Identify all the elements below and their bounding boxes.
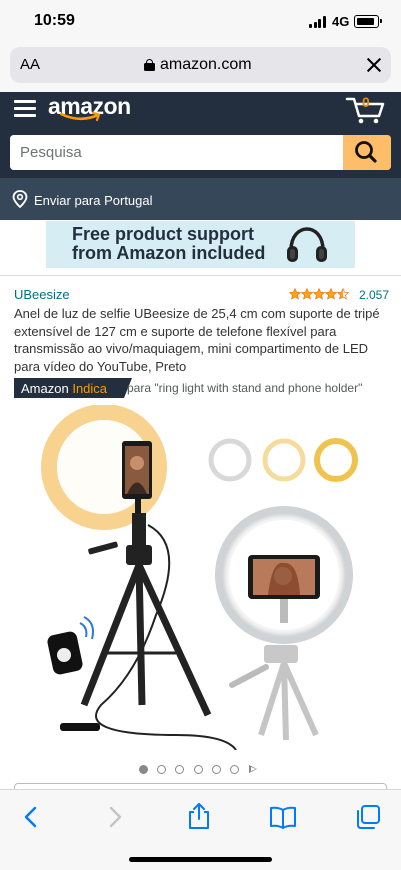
image-carousel-dots[interactable] <box>139 765 259 775</box>
headphones-icon <box>287 227 327 262</box>
choice-label-amazon: Amazon <box>21 381 69 396</box>
choice-label-indica: Indica <box>72 381 108 396</box>
carousel-dot[interactable] <box>194 765 203 774</box>
review-count-link[interactable]: 2.057 <box>359 288 389 302</box>
product-brand-link[interactable]: UBeesize <box>14 287 70 302</box>
carousel-dot[interactable] <box>139 765 148 774</box>
carousel-dot[interactable] <box>157 765 166 774</box>
carousel-dot[interactable] <box>230 765 239 774</box>
product-title[interactable]: Anel de luz de selfie UBeesize de 25,4 c… <box>14 305 389 375</box>
amazon-smile-icon <box>60 111 101 122</box>
banner-text: Free product support from Amazon include… <box>72 225 265 263</box>
book-icon[interactable] <box>268 804 298 830</box>
browser-toolbar <box>0 789 401 870</box>
banner-line-1: Free product support <box>72 224 255 244</box>
carousel-dot[interactable] <box>212 765 221 774</box>
share-icon[interactable] <box>184 802 214 830</box>
star-rating-icon[interactable] <box>289 287 349 300</box>
status-time: 10:59 <box>34 12 75 29</box>
location-pin-icon <box>12 190 28 208</box>
close-icon[interactable] <box>364 55 384 75</box>
home-indicator <box>129 857 272 862</box>
tabs-icon[interactable] <box>353 804 383 830</box>
text-size-label: AA <box>20 56 41 73</box>
product-support-banner[interactable]: Free product support from Amazon include… <box>46 221 355 268</box>
network-type: 4G <box>332 14 350 29</box>
cellular-signal-icon <box>309 16 327 28</box>
amazon-header: amazon 0 <box>0 92 401 178</box>
search-icon <box>355 141 377 163</box>
product-image[interactable] <box>36 405 366 750</box>
url-text[interactable]: amazon.com <box>160 56 252 74</box>
address-bar[interactable]: AA amazon.com <box>10 47 391 83</box>
text-size-button[interactable]: AA <box>20 56 40 73</box>
chevron-right-icon[interactable] <box>100 804 130 830</box>
status-bar: 10:59 4G <box>0 0 401 44</box>
search-button[interactable] <box>343 135 391 170</box>
deliver-to-label: Enviar para Portugal <box>34 193 153 208</box>
battery-icon <box>354 15 382 28</box>
cart-count: 0 <box>362 94 370 110</box>
browser-address-area: AA amazon.com <box>0 44 401 92</box>
menu-icon[interactable] <box>14 98 36 118</box>
search-bar <box>10 135 391 170</box>
choice-query-text: para "ring light with stand and phone ho… <box>127 381 363 395</box>
divider <box>0 275 401 276</box>
lock-icon <box>144 59 155 71</box>
banner-line-2: from Amazon included <box>72 243 266 263</box>
search-input[interactable] <box>10 135 343 170</box>
carousel-dot[interactable] <box>175 765 184 774</box>
chevron-left-icon[interactable] <box>16 804 46 830</box>
deliver-to-bar[interactable]: Enviar para Portugal <box>0 178 401 220</box>
